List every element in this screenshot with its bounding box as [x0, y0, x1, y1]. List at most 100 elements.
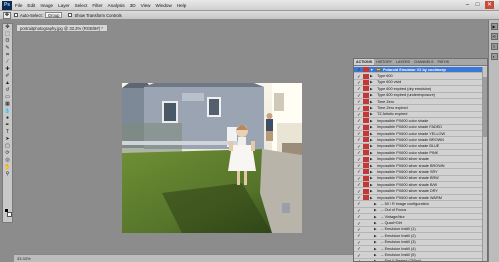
expand-arrow-right-icon[interactable]: ▶ [370, 170, 375, 174]
expand-arrow-right-icon[interactable]: ▶ [370, 189, 375, 193]
expand-arrow-right-icon[interactable]: ▶ [370, 119, 375, 123]
toggle-item-checkmark-icon[interactable]: ✓ [356, 259, 362, 261]
toggle-item-checkmark-icon[interactable]: ✓ [356, 106, 362, 111]
toggle-item-checkmark-icon[interactable]: ✓ [356, 112, 362, 117]
auto-select-dropdown[interactable]: Group [44, 12, 63, 18]
move-tool-icon[interactable]: ✥ [3, 24, 12, 31]
shape-tool-icon[interactable]: ▢ [3, 143, 12, 150]
menu-image[interactable]: Image [40, 3, 53, 8]
healing-tool-icon[interactable]: ✚ [3, 66, 12, 73]
tab-layers[interactable]: LAYERS [394, 59, 412, 65]
minimize-button[interactable]: – [463, 1, 472, 9]
channels-panel-icon[interactable]: ◐ [490, 53, 498, 60]
transform-controls-checkbox[interactable] [68, 13, 73, 17]
toggle-dialog-icon[interactable] [363, 150, 369, 156]
expand-arrow-right-icon[interactable]: ▶ [370, 106, 375, 110]
toggle-item-checkmark-icon[interactable]: ✓ [356, 93, 362, 98]
pen-tool-icon[interactable]: ✒ [3, 122, 12, 129]
menu-file[interactable]: File [15, 3, 22, 8]
3d-orbit-tool-icon[interactable]: ◎ [3, 157, 12, 164]
auto-select-checkbox[interactable] [14, 13, 18, 17]
path-select-tool-icon[interactable]: ➤ [3, 136, 12, 143]
toggle-dialog-icon[interactable] [363, 143, 369, 149]
toggle-item-checkmark-icon[interactable]: ✓ [356, 144, 362, 149]
toggle-item-checkmark-icon[interactable]: ✓ [356, 131, 362, 136]
toggle-dialog-icon[interactable] [363, 208, 369, 213]
expand-arrow-right-icon[interactable]: ▶ [374, 221, 379, 225]
expand-arrow-right-icon[interactable]: ▶ [370, 125, 375, 129]
tab-history[interactable]: HISTORY [374, 59, 394, 65]
toggle-dialog-icon[interactable] [363, 188, 369, 194]
toggle-item-checkmark-icon[interactable]: ✓ [356, 157, 362, 162]
toggle-dialog-icon[interactable] [363, 246, 369, 251]
expand-arrow-right-icon[interactable]: ▶ [370, 138, 375, 142]
tab-paths[interactable]: PATHS [436, 59, 451, 65]
expand-arrow-right-icon[interactable]: ▶ [374, 240, 379, 244]
quick-select-tool-icon[interactable]: ✎ [3, 45, 12, 52]
toggle-dialog-icon[interactable] [363, 227, 369, 232]
expand-arrow-right-icon[interactable]: ▶ [374, 234, 379, 238]
menu-view[interactable]: View [141, 3, 151, 8]
toggle-dialog-icon[interactable] [363, 221, 369, 226]
eyedropper-tool-icon[interactable]: ⁄ [3, 59, 12, 66]
toggle-item-checkmark-icon[interactable]: ✓ [356, 169, 362, 174]
toggle-item-checkmark-icon[interactable]: ✓ [356, 221, 362, 226]
toggle-dialog-icon[interactable] [363, 99, 369, 105]
toggle-dialog-icon[interactable] [363, 240, 369, 245]
toggle-item-checkmark-icon[interactable]: ✓ [356, 86, 362, 91]
blur-tool-icon[interactable]: 💧 [3, 108, 12, 115]
toggle-item-checkmark-icon[interactable]: ✓ [356, 99, 362, 104]
layers-panel-icon[interactable]: ≡ [490, 43, 498, 50]
toggle-dialog-icon[interactable] [363, 131, 369, 137]
expand-arrow-right-icon[interactable]: ▶ [374, 253, 379, 257]
toggle-item-checkmark-icon[interactable]: ✓ [356, 246, 362, 251]
toggle-item-checkmark-icon[interactable]: ✓ [356, 150, 362, 155]
document-canvas[interactable] [122, 83, 302, 233]
move-tool-icon[interactable]: ✥ [3, 11, 11, 19]
toggle-dialog-icon[interactable] [363, 105, 369, 111]
expand-arrow-right-icon[interactable]: ▶ [370, 132, 375, 136]
toggle-dialog-icon[interactable] [363, 67, 369, 73]
expand-arrow-right-icon[interactable]: ▶ [370, 112, 375, 116]
expand-arrow-right-icon[interactable]: ▶ [370, 87, 375, 91]
toggle-dialog-icon[interactable] [363, 253, 369, 258]
expand-arrow-right-icon[interactable]: ▶ [370, 157, 375, 161]
actions-scrollbar[interactable] [482, 67, 487, 261]
expand-arrow-right-icon[interactable]: ▶ [374, 259, 379, 261]
toggle-item-checkmark-icon[interactable]: ✓ [356, 182, 362, 187]
toggle-dialog-icon[interactable] [363, 118, 369, 124]
toggle-item-checkmark-icon[interactable]: ✓ [356, 67, 362, 72]
toggle-dialog-icon[interactable] [363, 233, 369, 238]
toggle-dialog-icon[interactable] [363, 163, 369, 169]
menu-filter[interactable]: Filter [92, 3, 102, 8]
menu-help[interactable]: Help [177, 3, 186, 8]
toggle-item-checkmark-icon[interactable]: ✓ [356, 80, 362, 85]
toggle-dialog-icon[interactable] [363, 182, 369, 188]
expand-arrow-right-icon[interactable]: ▶ [370, 183, 375, 187]
expand-arrow-right-icon[interactable]: ▶ [370, 100, 375, 104]
toggle-dialog-icon[interactable] [363, 201, 369, 206]
eraser-tool-icon[interactable]: ▭ [3, 94, 12, 101]
type-tool-icon[interactable]: T [3, 129, 12, 136]
tab-actions[interactable]: ACTIONS [354, 59, 375, 65]
toggle-dialog-icon[interactable] [363, 169, 369, 175]
hand-tool-icon[interactable]: ✋ [3, 164, 12, 171]
crop-tool-icon[interactable]: ⌗ [3, 52, 12, 59]
document-tab[interactable]: portraitphotography.jpg @ 33.3% (RGB/8#)… [16, 24, 108, 32]
brush-tool-icon[interactable]: ✐ [3, 73, 12, 80]
expand-arrow-right-icon[interactable]: ▶ [370, 196, 375, 200]
toggle-item-checkmark-icon[interactable]: ✓ [356, 233, 362, 238]
toggle-item-checkmark-icon[interactable]: ✓ [356, 163, 362, 168]
lasso-tool-icon[interactable]: ʘ [3, 38, 12, 45]
zoom-tool-icon[interactable]: ⚲ [3, 171, 12, 178]
menu-3d[interactable]: 3D [130, 3, 136, 8]
expand-arrow-right-icon[interactable]: ▶ [370, 176, 375, 180]
history-brush-tool-icon[interactable]: ↺ [3, 87, 12, 94]
toggle-item-checkmark-icon[interactable]: ✓ [356, 176, 362, 181]
menu-analysis[interactable]: Analysis [108, 3, 125, 8]
toggle-dialog-icon[interactable] [363, 111, 369, 117]
toggle-dialog-icon[interactable] [363, 79, 369, 85]
toggle-dialog-icon[interactable] [363, 92, 369, 98]
toggle-item-checkmark-icon[interactable]: ✓ [356, 195, 362, 200]
dodge-tool-icon[interactable]: ● [3, 115, 12, 122]
